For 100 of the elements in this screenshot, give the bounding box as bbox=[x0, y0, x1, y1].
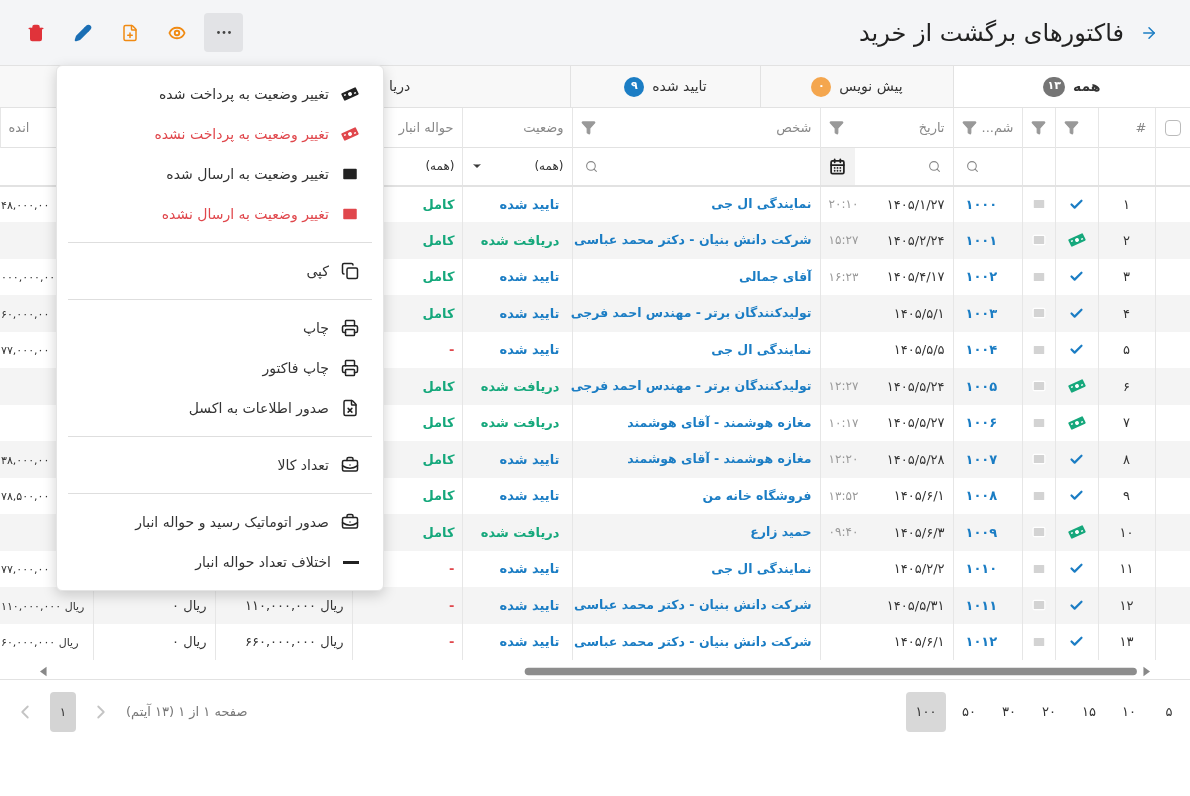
row-number: ۴ bbox=[1123, 305, 1130, 321]
invoice-number-link[interactable]: ۱۰۱۰ bbox=[965, 561, 998, 576]
person-link[interactable]: شرکت دانش بنیان - دکتر محمد عباسی bbox=[574, 232, 812, 248]
banknote-icon bbox=[341, 127, 359, 141]
filter-icon[interactable] bbox=[580, 119, 596, 135]
warehouse-status: کامل bbox=[422, 378, 455, 394]
tab[interactable]: همه ۱۳ bbox=[953, 66, 1190, 107]
tab[interactable]: پیش نویس ۰ bbox=[760, 66, 953, 107]
count-badge: ۰ bbox=[811, 76, 832, 97]
select-all-checkbox[interactable] bbox=[1164, 120, 1181, 136]
person-link[interactable]: شرکت دانش بنیان - دکتر محمد عباسی bbox=[574, 633, 812, 649]
invoice-number-link[interactable]: ۱۰۰۸ bbox=[965, 488, 998, 503]
remaining-value: ۷۸,۵۰۰,۰۰ bbox=[1, 490, 50, 503]
invoice-number-link[interactable]: ۱۰۰۷ bbox=[965, 451, 998, 467]
remaining-value: ۳۸,۰۰۰,۰۰ bbox=[1, 453, 50, 467]
filter-icon[interactable] bbox=[828, 119, 844, 135]
search-icon bbox=[584, 159, 598, 173]
menu-item[interactable]: تعداد کالا bbox=[57, 445, 383, 485]
row-number: ۳ bbox=[1123, 269, 1130, 284]
menu-item[interactable]: تغییر وضعیت به ارسال نشده bbox=[57, 194, 383, 234]
printer-icon bbox=[341, 319, 359, 337]
menu-item[interactable]: اختلاف تعداد حواله انبار bbox=[57, 542, 383, 582]
page-size-option[interactable]: ۵۰ bbox=[952, 692, 986, 732]
count-badge: ۹ bbox=[624, 76, 645, 97]
menu-item[interactable]: تغییر وضعیت به ارسال شده bbox=[57, 154, 383, 194]
banknote-icon bbox=[1067, 233, 1086, 248]
invoice-number-link[interactable]: ۱۰۰۶ bbox=[965, 415, 998, 430]
printer-icon bbox=[341, 359, 359, 377]
invoice-date: ۱۴۰۵/۵/۱ bbox=[893, 304, 945, 323]
column-header: شخص bbox=[776, 118, 812, 137]
status-cell: تایید شده bbox=[462, 441, 572, 478]
invoice-time: ۱۲:۲۰ bbox=[828, 451, 859, 469]
person-link[interactable]: شرکت دانش بنیان - دکتر محمد عباسی bbox=[574, 597, 812, 613]
tab[interactable]: تایید شده ۹ bbox=[570, 66, 760, 107]
column-header: تاریخ bbox=[918, 118, 945, 137]
page-size-option[interactable]: ۲۰ bbox=[1032, 692, 1066, 732]
invoice-number-link[interactable]: ۱۰۰۹ bbox=[965, 524, 998, 540]
page-title: فاکتورهای برگشت از خرید bbox=[858, 17, 1124, 49]
person-link[interactable]: تولیدکنندگان برتر - مهندس احمد فرجی bbox=[570, 305, 812, 321]
person-link[interactable]: مغازه هوشمند - آقای هوشمند bbox=[627, 414, 812, 430]
status-filter-select[interactable]: (همه) bbox=[470, 157, 564, 175]
column-header: شم... bbox=[981, 118, 1014, 137]
page-size-option[interactable]: ۱۵ bbox=[1072, 692, 1106, 732]
menu-item[interactable]: تغییر وضعیت به پرداخت نشده bbox=[57, 114, 383, 154]
invoice-date: ۱۴۰۵/۴/۱۷ bbox=[886, 268, 945, 286]
row-number: ۹ bbox=[1123, 488, 1130, 503]
invoice-number-link[interactable]: ۱۰۰۵ bbox=[965, 378, 998, 394]
warehouse-status: - bbox=[449, 342, 455, 357]
filter-icon[interactable] bbox=[1030, 119, 1046, 135]
invoice-time: ۱۲:۲۷ bbox=[828, 378, 859, 396]
invoice-number-link[interactable]: ۱۰۰۴ bbox=[965, 342, 998, 357]
remaining-value: ۰۰۰,۰۰۰,۰۰ bbox=[1, 271, 56, 284]
status-cell: تایید شده bbox=[462, 295, 572, 332]
page-size-option[interactable]: ۱۰۰ bbox=[906, 692, 946, 732]
invoice-number-link[interactable]: ۱۰۰۰ bbox=[965, 196, 998, 212]
invoice-date: ۱۴۰۵/۵/۲۸ bbox=[886, 450, 945, 469]
person-link[interactable]: تولیدکنندگان برتر - مهندس احمد فرجی bbox=[570, 378, 812, 394]
invoice-number-link[interactable]: ۱۰۱۱ bbox=[965, 597, 998, 613]
more-icon bbox=[216, 31, 231, 34]
invoice-time: ۱۳:۵۲ bbox=[828, 487, 859, 505]
invoice-number-link[interactable]: ۱۰۰۱ bbox=[965, 232, 998, 248]
warehouse-filter-select[interactable]: (همه) bbox=[425, 159, 455, 174]
remaining-value: ۴۸,۰۰۰,۰۰ bbox=[1, 198, 50, 212]
row-number: ۸ bbox=[1123, 451, 1130, 467]
person-link[interactable]: مغازه هوشمند - آقای هوشمند bbox=[627, 451, 812, 467]
menu-item[interactable]: چاپ فاکتور bbox=[57, 348, 383, 388]
horizontal-scrollbar[interactable] bbox=[0, 664, 1190, 680]
menu-item[interactable]: صدور اتوماتیک رسید و حواله انبار bbox=[57, 502, 383, 542]
invoice-number-link[interactable]: ۱۰۰۲ bbox=[965, 269, 998, 284]
person-link[interactable]: فروشگاه خانه من bbox=[702, 487, 812, 503]
person-link[interactable]: حمید زارع bbox=[750, 524, 812, 540]
warehouse-status: کامل bbox=[422, 232, 455, 248]
invoice-date: ۱۴۰۵/۲/۲۴ bbox=[886, 231, 945, 250]
banknote-icon bbox=[1067, 379, 1086, 394]
menu-item[interactable]: صدور اطلاعات به اکسل bbox=[57, 388, 383, 428]
invoice-date: ۱۴۰۵/۵/۲۷ bbox=[886, 414, 945, 432]
page-size-option[interactable]: ۵ bbox=[1152, 692, 1186, 732]
filter-icon[interactable] bbox=[961, 119, 977, 135]
invoice-date: ۱۴۰۵/۱/۲۷ bbox=[886, 195, 945, 214]
menu-item[interactable]: کپی bbox=[57, 251, 383, 291]
status-cell: دریافت شده bbox=[462, 222, 572, 259]
briefcase-icon bbox=[341, 456, 359, 474]
search-icon bbox=[965, 159, 979, 173]
calendar-button[interactable] bbox=[820, 147, 855, 185]
warehouse-status: - bbox=[449, 561, 455, 576]
page-button[interactable]: ۱ bbox=[50, 692, 76, 732]
warehouse-status: کامل bbox=[422, 415, 455, 430]
status-cell: دریافت شده bbox=[462, 514, 572, 551]
person-link[interactable]: نمایندگی ال جی bbox=[711, 341, 812, 357]
person-link[interactable]: آقای جمالی bbox=[739, 268, 812, 284]
filter-icon[interactable] bbox=[1063, 119, 1079, 135]
person-link[interactable]: نمایندگی ال جی bbox=[711, 560, 812, 576]
page-size-option[interactable]: ۱۰ bbox=[1112, 692, 1146, 732]
menu-item[interactable]: چاپ bbox=[57, 308, 383, 348]
person-link[interactable]: نمایندگی ال جی bbox=[711, 196, 812, 212]
invoice-number-link[interactable]: ۱۰۰۳ bbox=[965, 305, 998, 321]
page-size-option[interactable]: ۳۰ bbox=[992, 692, 1026, 732]
invoice-number-link[interactable]: ۱۰۱۲ bbox=[965, 634, 998, 649]
menu-item[interactable]: تغییر وضعیت به پرداخت شده bbox=[57, 74, 383, 114]
calendar-icon bbox=[829, 157, 846, 175]
